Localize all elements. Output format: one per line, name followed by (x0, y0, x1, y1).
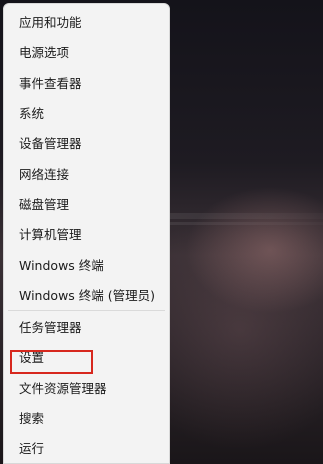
settings-highlight-box (10, 350, 93, 374)
menu-item-device-manager[interactable]: 设备管理器 (4, 131, 169, 157)
menu-item-disk-management[interactable]: 磁盘管理 (4, 192, 169, 218)
menu-item-task-manager[interactable]: 任务管理器 (4, 315, 169, 341)
menu-item-search[interactable]: 搜索 (4, 406, 169, 432)
menu-item-network-connections[interactable]: 网络连接 (4, 162, 169, 188)
quick-link-menu: 应用和功能 电源选项 事件查看器 系统 设备管理器 网络连接 磁盘管理 计算机管… (3, 3, 170, 464)
menu-item-apps-and-features[interactable]: 应用和功能 (4, 10, 169, 36)
menu-item-power-options[interactable]: 电源选项 (4, 40, 169, 66)
menu-divider (8, 310, 165, 311)
menu-item-system[interactable]: 系统 (4, 101, 169, 127)
menu-item-file-explorer[interactable]: 文件资源管理器 (4, 376, 169, 402)
menu-item-run[interactable]: 运行 (4, 436, 169, 462)
menu-item-computer-management[interactable]: 计算机管理 (4, 222, 169, 248)
menu-item-windows-terminal[interactable]: Windows 终端 (4, 253, 169, 279)
wallpaper-streak (170, 222, 323, 225)
menu-item-event-viewer[interactable]: 事件查看器 (4, 71, 169, 97)
menu-item-windows-terminal-admin[interactable]: Windows 终端 (管理员) (4, 283, 169, 309)
wallpaper-streak (170, 213, 323, 219)
